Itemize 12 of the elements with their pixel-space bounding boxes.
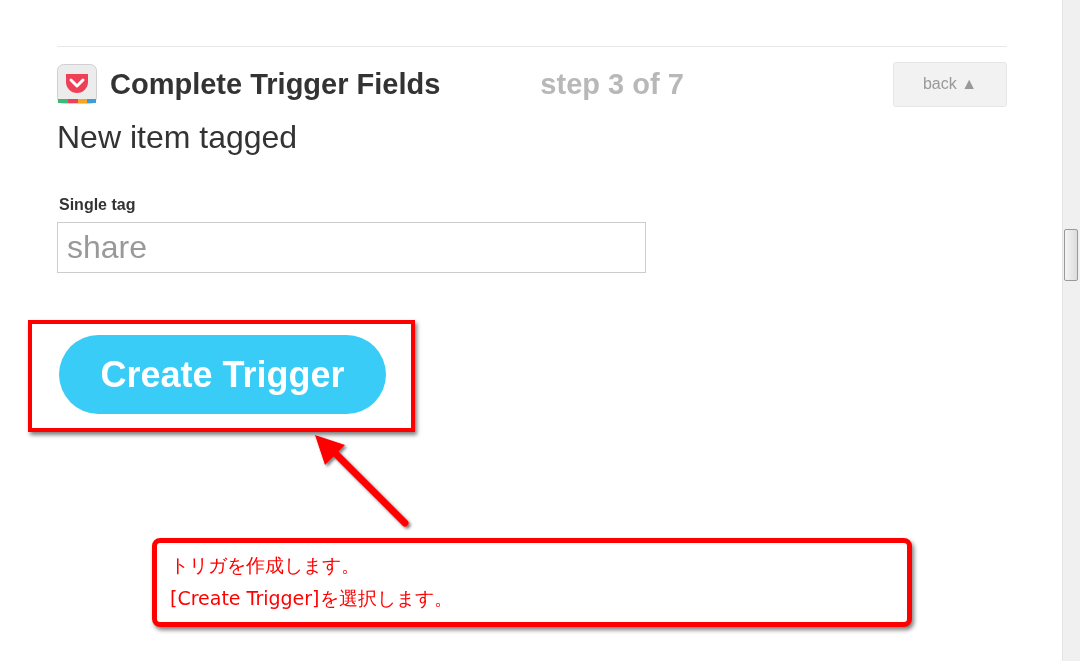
scrollbar[interactable] — [1062, 0, 1080, 661]
page-title: Complete Trigger Fields — [110, 67, 441, 101]
tag-input-field[interactable]: share — [57, 222, 646, 273]
step-indicator: step 3 of 7 — [540, 67, 684, 101]
field-label: Single tag — [59, 196, 137, 214]
annotation-text: [Create Trigger]を選択します。 — [170, 586, 453, 611]
scrollbar-thumb[interactable] — [1064, 229, 1078, 281]
trigger-name: New item tagged — [57, 119, 299, 156]
pocket-app-icon — [57, 64, 97, 104]
annotation-text: トリガを作成します。 — [170, 553, 360, 578]
create-trigger-button[interactable]: Create Trigger — [59, 335, 386, 414]
back-button[interactable]: back ▲ — [893, 61, 1007, 107]
